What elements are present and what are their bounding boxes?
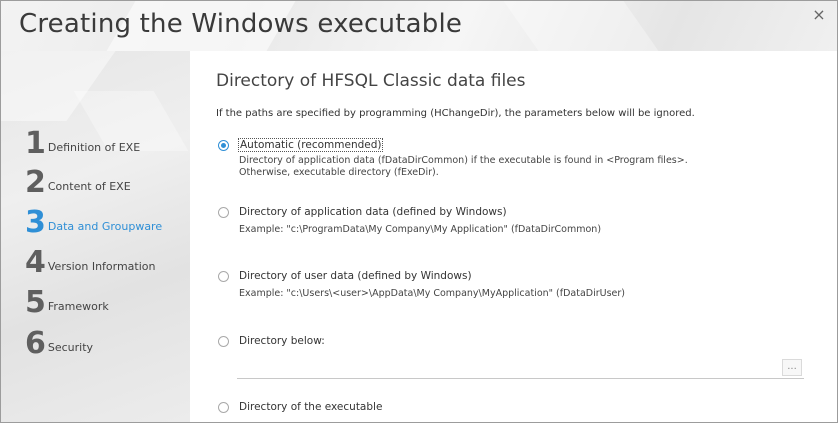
directory-path-input[interactable] <box>237 357 804 379</box>
radio-automatic[interactable] <box>218 140 229 151</box>
option-description-line: Otherwise, executable directory (fExeDir… <box>239 167 439 178</box>
step-definition-of-exe[interactable]: 1 Definition of EXE <box>25 129 140 159</box>
main-panel: Directory of HFSQL Classic data files If… <box>191 51 837 422</box>
option-label[interactable]: Directory of user data (defined by Windo… <box>239 270 472 282</box>
step-label: Data and Groupware <box>47 220 163 233</box>
radio-application-data[interactable] <box>218 207 229 218</box>
step-label: Security <box>47 341 94 354</box>
window-title: Creating the Windows executable <box>19 9 463 39</box>
radio-executable-directory[interactable] <box>218 402 229 413</box>
step-number: 1 <box>25 126 46 161</box>
option-description-line: Directory of application data (fDataDirC… <box>239 155 688 166</box>
wizard-steps-sidebar: 1 Definition of EXE 2 Content of EXE 3 D… <box>1 51 190 422</box>
step-number: 5 <box>25 285 46 320</box>
option-description: Directory of application data (fDataDirC… <box>239 155 688 179</box>
option-label[interactable]: Directory below: <box>239 335 325 347</box>
step-number: 3 <box>25 205 46 240</box>
option-description-line: Example: "c:\ProgramData\My Company\My A… <box>239 224 602 235</box>
step-content-of-exe[interactable]: 2 Content of EXE <box>25 168 131 198</box>
wizard-window: Creating the Windows executable × 1 Defi… <box>0 0 838 423</box>
step-framework[interactable]: 5 Framework <box>25 288 109 318</box>
step-security[interactable]: 6 Security <box>25 329 93 359</box>
step-label: Framework <box>47 300 109 313</box>
option-description: Example: "c:\Users\<user>\AppData\My Com… <box>239 288 625 300</box>
step-label: Content of EXE <box>47 180 131 193</box>
step-number: 4 <box>25 245 46 280</box>
option-description-line: Example: "c:\Users\<user>\AppData\My Com… <box>239 288 625 299</box>
option-description: Example: "c:\ProgramData\My Company\My A… <box>239 224 601 236</box>
title-bar: Creating the Windows executable × <box>1 1 837 51</box>
step-number: 6 <box>25 326 46 361</box>
close-icon[interactable]: × <box>811 7 827 23</box>
option-label[interactable]: Directory of application data (defined b… <box>239 206 507 218</box>
step-label: Version Information <box>47 260 156 273</box>
browse-button[interactable]: ... <box>782 359 802 376</box>
step-version-information[interactable]: 4 Version Information <box>25 248 156 278</box>
page-subtitle: If the paths are specified by programmin… <box>216 108 695 119</box>
option-label[interactable]: Directory of the executable <box>239 401 382 413</box>
radio-directory-below[interactable] <box>218 336 229 347</box>
step-label: Definition of EXE <box>47 141 141 154</box>
title-bar-decoration <box>503 1 659 51</box>
option-label[interactable]: Automatic (recommended) <box>237 138 384 152</box>
radio-user-data[interactable] <box>218 271 229 282</box>
step-data-and-groupware[interactable]: 3 Data and Groupware <box>25 208 162 238</box>
step-number: 2 <box>25 165 46 200</box>
page-heading: Directory of HFSQL Classic data files <box>216 71 526 91</box>
